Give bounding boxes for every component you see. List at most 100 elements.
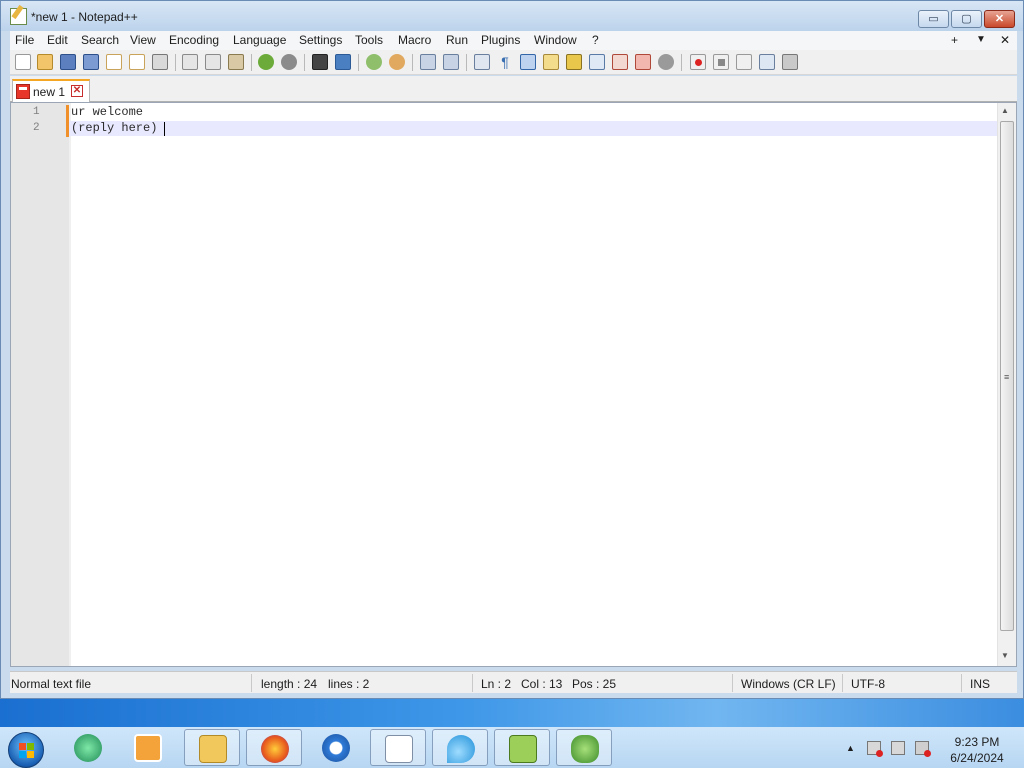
user-language-icon[interactable] [543,54,559,70]
save-macro-icon[interactable] [782,54,798,70]
menu-file[interactable]: File [15,33,34,47]
speech-bubble-icon[interactable] [658,54,674,70]
tab-close-icon[interactable]: ✕ [71,85,83,97]
menu-settings[interactable]: Settings [299,33,342,47]
show-hidden-icons-arrow-icon[interactable]: ▲ [846,743,855,753]
fold-margin [69,103,71,666]
toolbar-separator [251,54,252,71]
menu-tools[interactable]: Tools [355,33,383,47]
volume-muted-icon[interactable] [915,741,931,757]
toolbar-separator [304,54,305,71]
blank-document-icon [385,735,413,763]
paste-icon[interactable] [228,54,244,70]
taskbar-notepadpp[interactable] [494,729,550,766]
menu-view[interactable]: View [130,33,156,47]
folder-as-workspace-icon[interactable] [612,54,628,70]
play-macro-icon[interactable] [736,54,752,70]
close-document-button[interactable]: ✕ [1000,33,1010,47]
taskbar-internet-explorer[interactable] [308,729,364,766]
internet-explorer-icon [322,734,350,762]
notepadpp-app-icon [10,8,27,25]
minimize-button[interactable]: ▭ [918,10,949,28]
windows-logo-icon [19,743,26,750]
menu-encoding[interactable]: Encoding [169,33,219,47]
maximize-button[interactable]: ▢ [951,10,982,28]
new-file-icon[interactable] [15,54,31,70]
new-tab-plus-button[interactable]: + [951,33,958,47]
clock-date: 6/24/2024 [950,751,1004,765]
find-icon[interactable] [312,54,328,70]
open-file-icon[interactable] [37,54,53,70]
word-wrap-icon[interactable] [474,54,490,70]
record-macro-icon[interactable] [690,54,706,70]
windows-logo-icon [27,751,34,758]
print-icon[interactable] [152,54,168,70]
sync-horizontal-icon[interactable] [443,54,459,70]
scrollbar-thumb[interactable]: ≡ [1000,121,1014,631]
gecko-icon [571,735,599,763]
menu-plugins[interactable]: Plugins [481,33,520,47]
status-separator [251,674,252,692]
redo-icon[interactable] [281,54,297,70]
scroll-down-arrow-icon[interactable]: ▼ [1001,651,1009,660]
taskbar-document[interactable] [370,729,426,766]
scroll-up-arrow-icon[interactable]: ▲ [1001,106,1009,115]
copy-icon[interactable] [205,54,221,70]
status-separator [472,674,473,692]
start-button[interactable] [8,732,44,768]
action-center-icon[interactable] [867,741,883,757]
toolbar-separator [681,54,682,71]
status-ln: Ln : 2 [481,677,512,691]
indent-guide-icon[interactable] [520,54,536,70]
taskbar-gecko-app[interactable] [556,729,612,766]
doc-map-icon[interactable] [566,54,582,70]
monitoring-icon[interactable] [635,54,651,70]
stop-recording-icon[interactable] [713,54,729,70]
desktop-wallpaper-band [0,699,1024,727]
taskbar-file-explorer[interactable] [184,729,240,766]
taskbar-firefox[interactable] [246,729,302,766]
tab-list-dropdown-button[interactable]: ▼ [976,34,986,45]
close-icon[interactable] [106,54,122,70]
menu-macro[interactable]: Macro [398,33,431,47]
folder-icon [199,735,227,763]
close-window-button[interactable]: ✕ [984,10,1015,28]
vertical-scrollbar[interactable]: ▲ ≡ ▼ [997,103,1016,666]
taskbar-media-player[interactable] [120,729,176,766]
close-all-icon[interactable] [129,54,145,70]
menu-language[interactable]: Language [233,33,286,47]
network-icon[interactable] [891,741,905,755]
editor-area[interactable]: 1 2 ur welcome (reply here) ▲ ≡ ▼ [10,102,1017,667]
zoom-in-icon[interactable] [366,54,382,70]
tab-new-1[interactable]: new 1 ✕ [12,79,90,102]
menu-window[interactable]: Window [534,33,577,47]
undo-icon[interactable] [258,54,274,70]
menu-run[interactable]: Run [446,33,468,47]
taskbar-water-app[interactable] [432,729,488,766]
zoom-out-icon[interactable] [389,54,405,70]
save-icon[interactable] [60,54,76,70]
tab-label: new 1 [33,85,66,99]
cut-icon[interactable] [182,54,198,70]
tray-clock[interactable]: 9:23 PM 6/24/2024 [942,734,1012,766]
firefox-icon [261,735,289,763]
code-line[interactable]: (reply here) [71,120,157,136]
menu-search[interactable]: Search [81,33,119,47]
status-separator [961,674,962,692]
run-macro-multiple-icon[interactable] [759,54,775,70]
menu-help[interactable]: ? [592,33,599,47]
taskbar-app-chat[interactable] [60,729,116,766]
code-line[interactable]: ur welcome [71,104,143,120]
toolbar-separator [175,54,176,71]
sync-vertical-icon[interactable] [420,54,436,70]
toolbar-separator [412,54,413,71]
title-bar[interactable]: *new 1 - Notepad++ ▭ ▢ ✕ [1,1,1023,31]
save-all-icon[interactable] [83,54,99,70]
media-player-icon [134,734,162,762]
text-caret [164,122,165,136]
function-list-icon[interactable] [589,54,605,70]
show-all-chars-icon[interactable]: ¶ [497,54,513,70]
line-number: 2 [33,122,40,134]
replace-icon[interactable] [335,54,351,70]
menu-edit[interactable]: Edit [47,33,68,47]
